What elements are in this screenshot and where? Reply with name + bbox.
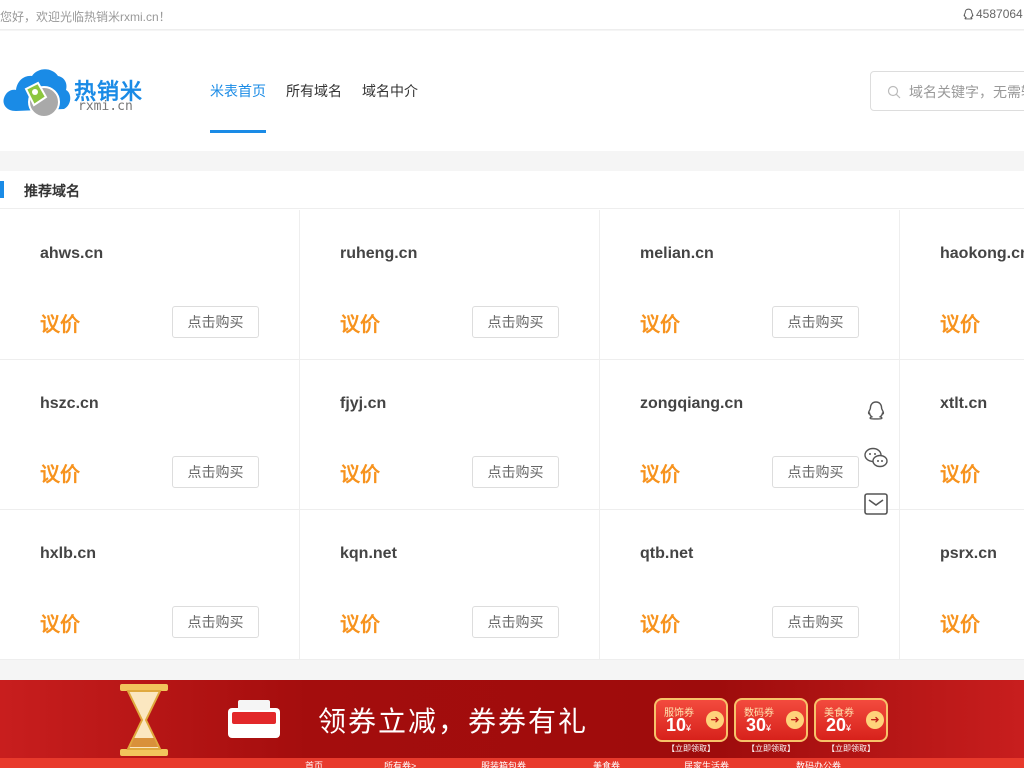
- coupon-clothing[interactable]: 服饰券 10¥ ➜: [654, 698, 728, 742]
- coupon-food[interactable]: 美食券 20¥ ➜: [814, 698, 888, 742]
- banner-nav-item[interactable]: 数码办公券: [796, 759, 841, 768]
- coupon-currency: ¥: [686, 723, 692, 733]
- promo-banner[interactable]: 领券立减，券券有礼 服饰券 10¥ ➜ 【立即领取】 数码券 30¥ ➜ 【立即…: [0, 680, 1024, 768]
- coupon-amount: 30: [746, 715, 767, 735]
- domain-card: kqn.net 议价 点击购买: [300, 510, 600, 660]
- domain-name[interactable]: melian.cn: [640, 245, 714, 263]
- domain-card: hxlb.cn 议价 点击购买: [0, 510, 300, 660]
- top-bar: 您好，欢迎光临热销米rxmi.cn！ 4587064: [0, 0, 1024, 30]
- site-logo[interactable]: 热销米 rxmi.cn: [2, 61, 147, 121]
- domain-name[interactable]: qtb.net: [640, 545, 693, 563]
- domain-price: 议价: [340, 464, 380, 486]
- banner-nav: 首页 所有券> 服装箱包券 美食券 居家生活券 数码办公券: [0, 758, 1024, 768]
- domain-price: 议价: [340, 614, 380, 636]
- domain-price: 议价: [940, 464, 980, 486]
- qq-icon[interactable]: [862, 398, 890, 426]
- banner-nav-item[interactable]: 首页: [305, 759, 323, 768]
- arrow-icon: ➜: [866, 711, 884, 729]
- domain-price: 议价: [640, 314, 680, 336]
- domain-card: ruheng.cn 议价 点击购买: [300, 210, 600, 360]
- panel-title: 推荐域名: [24, 183, 80, 199]
- panel-header: 推荐域名: [0, 171, 1024, 209]
- logo-domain: rxmi.cn: [78, 99, 133, 114]
- domain-price: 议价: [640, 614, 680, 636]
- domain-name[interactable]: haokong.cn: [940, 245, 1024, 263]
- title-accent-bar: [0, 181, 4, 198]
- domain-name[interactable]: xtlt.cn: [940, 395, 987, 413]
- domain-price: 议价: [340, 314, 380, 336]
- coupon-amount: 20: [826, 715, 847, 735]
- coupon-digital[interactable]: 数码券 30¥ ➜: [734, 698, 808, 742]
- domain-card: psrx.cn 议价: [900, 510, 1024, 660]
- coupon-amount: 10: [666, 715, 687, 735]
- domain-price: 议价: [40, 464, 80, 486]
- domain-name[interactable]: ruheng.cn: [340, 245, 417, 263]
- domain-name[interactable]: kqn.net: [340, 545, 397, 563]
- buy-button[interactable]: 点击购买: [172, 606, 259, 638]
- search-input[interactable]: [909, 81, 1024, 103]
- banner-nav-item[interactable]: 服装箱包券: [481, 759, 526, 768]
- coupon-caption[interactable]: 【立即领取】: [734, 743, 808, 754]
- domain-card: hszc.cn 议价 点击购买: [0, 360, 300, 510]
- buy-button[interactable]: 点击购买: [472, 456, 559, 488]
- buy-button[interactable]: 点击购买: [472, 606, 559, 638]
- domain-name[interactable]: zongqiang.cn: [640, 395, 743, 413]
- arrow-icon: ➜: [706, 711, 724, 729]
- shopping-bag-icon: [228, 700, 280, 738]
- buy-button[interactable]: 点击购买: [772, 606, 859, 638]
- banner-nav-item[interactable]: 居家生活券: [684, 759, 729, 768]
- domain-card: zongqiang.cn 议价 点击购买: [600, 360, 900, 510]
- buy-button[interactable]: 点击购买: [772, 456, 859, 488]
- coupon-currency: ¥: [846, 723, 852, 733]
- coupon-caption[interactable]: 【立即领取】: [654, 743, 728, 754]
- domain-name[interactable]: hszc.cn: [40, 395, 99, 413]
- buy-button[interactable]: 点击购买: [472, 306, 559, 338]
- hourglass-icon: [120, 684, 168, 756]
- welcome-text: 您好，欢迎光临热销米rxmi.cn！: [0, 10, 171, 24]
- header: 热销米 rxmi.cn 米表首页 所有域名 域名中介: [0, 31, 1024, 151]
- qq-icon: [963, 8, 974, 20]
- cloud-logo-icon: [3, 69, 71, 118]
- domain-price: 议价: [40, 314, 80, 336]
- nav-domain-broker[interactable]: 域名中介: [362, 81, 418, 101]
- buy-button[interactable]: 点击购买: [772, 306, 859, 338]
- search-box: [870, 71, 1024, 111]
- domain-card: fjyj.cn 议价 点击购买: [300, 360, 600, 510]
- domain-name[interactable]: fjyj.cn: [340, 395, 386, 413]
- wechat-icon[interactable]: [862, 444, 890, 472]
- domain-price: 议价: [940, 314, 980, 336]
- domain-card: melian.cn 议价 点击购买: [600, 210, 900, 360]
- buy-button[interactable]: 点击购买: [172, 306, 259, 338]
- banner-nav-item[interactable]: 美食券: [593, 759, 620, 768]
- arrow-icon: ➜: [786, 711, 804, 729]
- buy-button[interactable]: 点击购买: [172, 456, 259, 488]
- search-icon[interactable]: [887, 85, 901, 99]
- qq-contact[interactable]: 4587064: [962, 7, 1023, 21]
- mail-icon[interactable]: [862, 490, 890, 518]
- domain-name[interactable]: hxlb.cn: [40, 545, 96, 563]
- banner-nav-item[interactable]: 所有券>: [384, 759, 416, 768]
- domain-card: qtb.net 议价 点击购买: [600, 510, 900, 660]
- domain-name[interactable]: psrx.cn: [940, 545, 997, 563]
- coupon-currency: ¥: [766, 723, 772, 733]
- domain-card: haokong.cn 议价: [900, 210, 1024, 360]
- domain-price: 议价: [640, 464, 680, 486]
- coupon-caption[interactable]: 【立即领取】: [814, 743, 888, 754]
- nav-home[interactable]: 米表首页: [210, 81, 266, 101]
- nav-all-domains[interactable]: 所有域名: [286, 81, 342, 101]
- domain-name[interactable]: ahws.cn: [40, 245, 103, 263]
- domain-card: ahws.cn 议价 点击购买: [0, 210, 300, 360]
- domain-price: 议价: [40, 614, 80, 636]
- banner-slogan: 领券立减，券券有礼: [318, 705, 589, 738]
- qq-number: 4587064: [976, 7, 1023, 21]
- nav-active-indicator: [210, 130, 266, 133]
- domain-card: xtlt.cn 议价: [900, 360, 1024, 510]
- domain-price: 议价: [940, 614, 980, 636]
